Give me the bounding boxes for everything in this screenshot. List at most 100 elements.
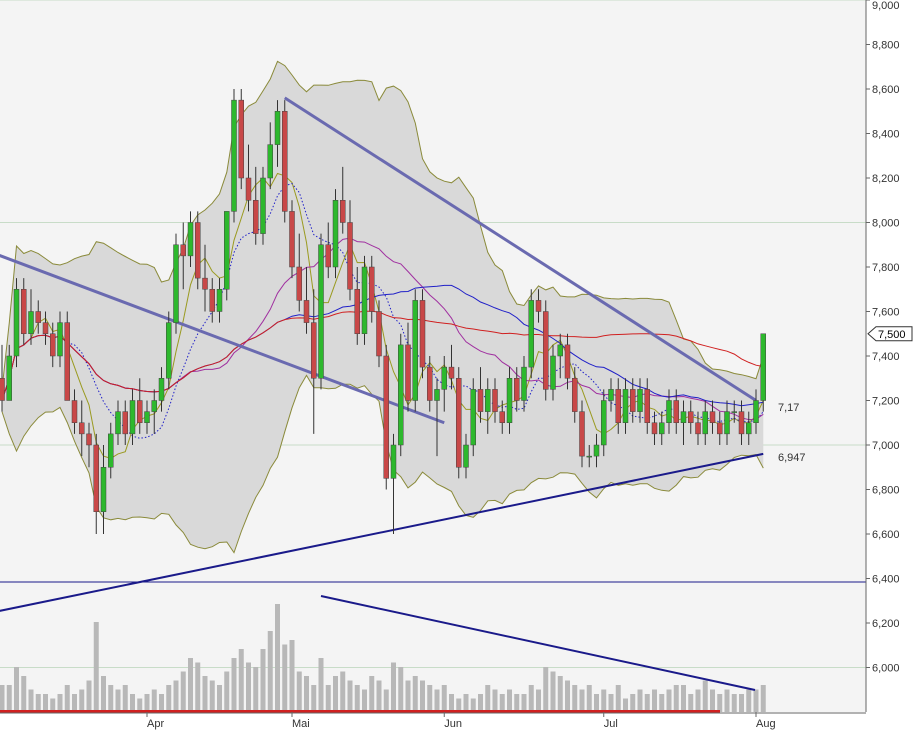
volume-bar (246, 662, 251, 712)
volume-bar (333, 676, 338, 712)
volume-bar (180, 671, 186, 712)
candle-body (738, 411, 745, 435)
volume-bar (159, 694, 164, 712)
candle-body (274, 111, 281, 145)
candle-body (680, 411, 687, 423)
candle-body (0, 378, 5, 401)
volume-bar (731, 694, 737, 712)
candle-body (608, 389, 614, 401)
candle-body (550, 355, 556, 390)
volume-bar (173, 680, 179, 712)
volume-bar (289, 640, 295, 712)
volume-bar (615, 685, 621, 712)
candle-body (470, 389, 476, 446)
volume-bar (608, 694, 614, 712)
candle-body (28, 311, 34, 334)
volume-bar (137, 698, 143, 712)
volume-bar (43, 694, 48, 712)
volume-bar (521, 694, 527, 712)
candle-body (622, 389, 629, 423)
volume-bar (652, 689, 657, 712)
volume-bar (753, 689, 759, 712)
candle-body (93, 444, 99, 512)
volume-bar (478, 694, 483, 712)
volume-bar (79, 689, 85, 712)
candle-body (231, 99, 237, 212)
y-tick-label: 6,000 (872, 663, 900, 675)
candle-body (434, 389, 440, 401)
x-tick-label: Jun (444, 718, 462, 730)
candle-body (753, 400, 759, 423)
volume-bar (28, 689, 34, 712)
volume-bar (376, 680, 382, 712)
candle-body (209, 289, 215, 312)
candle-body (253, 200, 259, 234)
volume-bar (260, 649, 266, 712)
volume-bar (485, 685, 491, 712)
volume-bar (746, 689, 752, 712)
volume-bar (666, 689, 672, 712)
candle-body (448, 366, 455, 379)
candle-body (158, 378, 165, 401)
y-tick-label: 6,200 (872, 618, 900, 630)
volume-bar (275, 604, 280, 712)
candle-body (144, 411, 150, 423)
volume-bar (6, 685, 12, 712)
x-tick-label: Mai (292, 718, 310, 730)
volume-bar (550, 671, 556, 712)
annotation-label: 6,947 (778, 452, 806, 464)
candle-body (412, 300, 418, 401)
candle-body (35, 311, 41, 323)
stock-chart: 7,17 6,947 6,000 6,200 6,400 6,600 6,800 7,000… (0, 0, 914, 731)
candle-body (666, 400, 672, 423)
candle-body (354, 289, 360, 334)
volume-bar (108, 685, 114, 712)
volume-bar (572, 685, 578, 712)
volume-bar (122, 685, 128, 712)
y-tick-label: 6,600 (872, 529, 900, 541)
candle-body (398, 344, 404, 446)
volume-bar (238, 649, 244, 712)
volume-bar (253, 667, 259, 712)
volume-bar (391, 662, 396, 712)
candle-body (383, 355, 389, 479)
volume-bar (231, 658, 237, 712)
volume-bar (688, 694, 694, 712)
candle-body (477, 389, 484, 412)
candle-body (702, 411, 708, 435)
y-tick-label: 7,400 (872, 351, 900, 363)
volume-bar (369, 676, 375, 712)
candle-body (347, 222, 353, 290)
candle-body (122, 411, 128, 435)
volume-bar (217, 685, 222, 712)
volume-bar (383, 689, 389, 712)
volume-bar (463, 694, 469, 712)
candle-body (564, 344, 571, 379)
candle-body (695, 422, 701, 435)
candle-body (195, 222, 201, 279)
candle-body (129, 400, 136, 435)
candle-body (21, 289, 27, 334)
volume-bar (151, 689, 157, 712)
volume-bar (405, 680, 411, 712)
y-tick-label: 9,000 (872, 0, 900, 12)
candle-body (216, 289, 223, 312)
volume-bar (420, 680, 425, 712)
y-tick-label: 6,400 (872, 574, 900, 586)
volume-bar (64, 685, 70, 712)
volume-bar (115, 689, 121, 712)
candle-body (601, 400, 607, 446)
volume-bar (304, 676, 309, 712)
candle-body (57, 322, 63, 357)
volume-bar (347, 680, 353, 712)
volume-bar (188, 658, 193, 712)
candle-body (245, 177, 252, 201)
volume-bar (514, 694, 520, 712)
y-tick-label: 8,000 (872, 218, 900, 230)
candle-body (709, 411, 716, 423)
volume-bar (695, 689, 701, 712)
candle-body (238, 99, 244, 179)
volume-bar (623, 698, 628, 712)
volume-bar (470, 698, 476, 712)
volume-bar (528, 685, 534, 712)
